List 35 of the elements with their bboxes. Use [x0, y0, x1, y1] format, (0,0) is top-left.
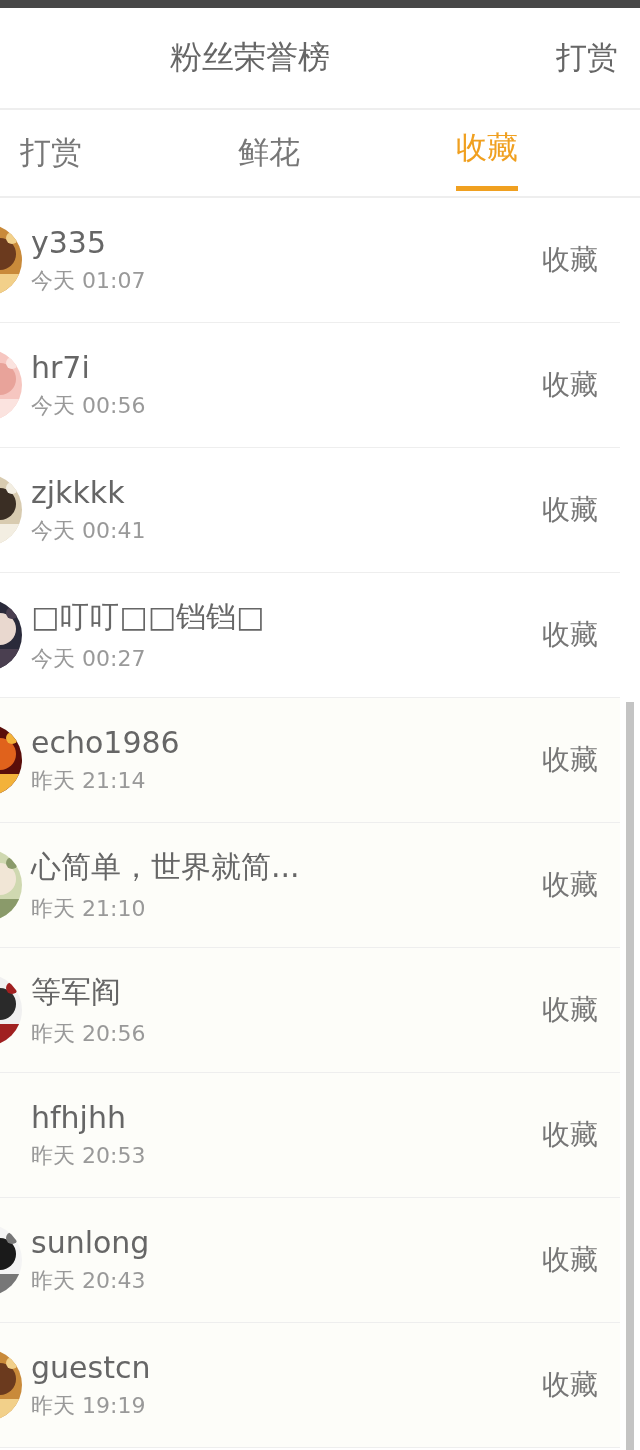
- user-name: hr7i: [31, 349, 91, 385]
- timestamp: 昨天 19:19: [31, 1391, 147, 1420]
- favorite-button[interactable]: 收藏: [542, 1116, 598, 1154]
- favorite-button[interactable]: 收藏: [542, 741, 598, 779]
- timestamp: 今天 00:56: [31, 391, 146, 420]
- scrollbar[interactable]: [626, 702, 634, 1450]
- favorite-button[interactable]: 收藏: [542, 1366, 598, 1404]
- timestamp: 昨天 21:14: [31, 766, 147, 795]
- favorite-button[interactable]: 收藏: [542, 991, 598, 1029]
- user-name: echo1986: [31, 724, 180, 760]
- favorite-button[interactable]: 收藏: [542, 241, 598, 279]
- page-title: 粉丝荣誉榜: [170, 37, 330, 78]
- tab[interactable]: 打赏: [20, 110, 82, 196]
- user-name: y335: [31, 224, 107, 260]
- timestamp: 今天 00:41: [31, 516, 146, 545]
- user-name: guestcn: [31, 1349, 151, 1385]
- favorite-button[interactable]: 收藏: [542, 866, 598, 904]
- timestamp: 昨天 20:43: [31, 1266, 147, 1295]
- favorite-button[interactable]: 收藏: [542, 1241, 598, 1279]
- user-name: zjkkkk: [31, 474, 126, 510]
- timestamp: 今天 00:27: [31, 644, 147, 673]
- tab[interactable]: 鲜花: [238, 110, 300, 196]
- user-name: □叮叮□□铛铛□: [31, 597, 265, 636]
- reward-button[interactable]: 打赏: [556, 37, 618, 79]
- favorite-button[interactable]: 收藏: [542, 366, 598, 404]
- user-name: hfhjhh: [31, 1099, 127, 1135]
- user-name: sunlong: [31, 1224, 150, 1260]
- favorite-button[interactable]: 收藏: [542, 491, 598, 529]
- timestamp: 昨天 20:53: [31, 1141, 146, 1170]
- timestamp: 今天 01:07: [31, 266, 146, 295]
- user-name: 心简单，世界就简...: [31, 847, 300, 886]
- user-name: 等军阎: [31, 972, 122, 1011]
- timestamp: 昨天 21:10: [31, 894, 147, 923]
- timestamp: 昨天 20:56: [31, 1019, 146, 1048]
- favorite-button[interactable]: 收藏: [542, 616, 598, 654]
